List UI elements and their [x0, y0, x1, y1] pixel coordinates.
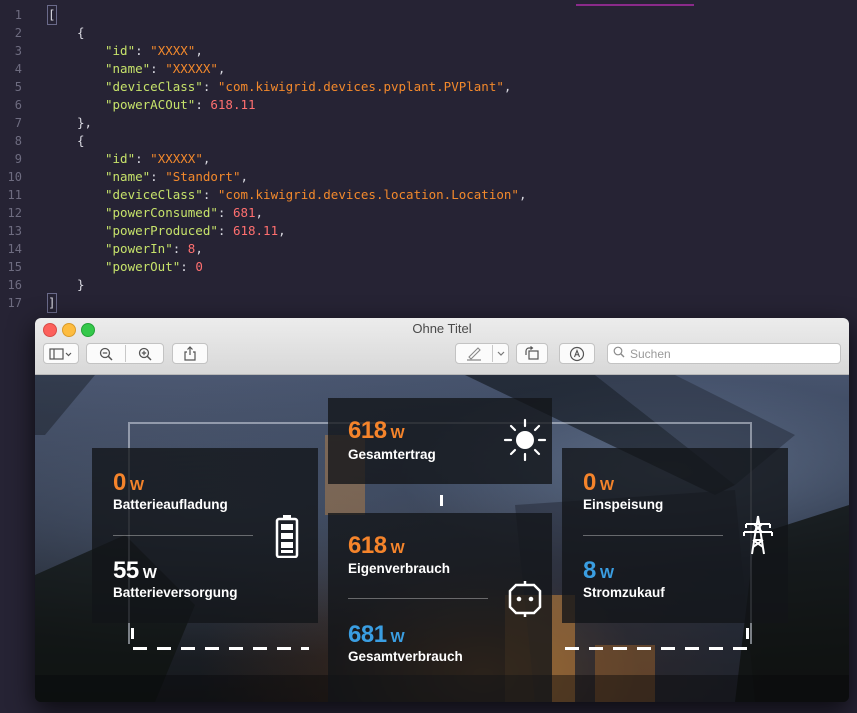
code-line: "id": "XXXXX", — [105, 151, 211, 166]
grid-card: 0W Einspeisung 8W Stromzukauf — [562, 448, 788, 623]
line-number: 6 — [14, 98, 22, 112]
zoom-out-button[interactable] — [87, 344, 125, 363]
stromzukauf-value: 8W — [583, 557, 614, 584]
sun-icon — [503, 418, 547, 466]
eigenverbrauch-label: Eigenverbrauch — [348, 561, 451, 576]
einspeisung-value: 0W — [583, 469, 614, 496]
battery-icon — [275, 514, 299, 562]
line-number: 5 — [14, 80, 22, 94]
annotate-button[interactable] — [559, 343, 595, 364]
search-icon — [608, 346, 630, 361]
code-line: "deviceClass": "com.kiwigrid.devices.pvp… — [105, 79, 512, 94]
zoom-button-group — [86, 343, 164, 364]
line-number: 2 — [14, 26, 22, 40]
rotate-button[interactable] — [516, 343, 548, 364]
zoom-in-button[interactable] — [126, 344, 164, 363]
line-number: 14 — [7, 242, 22, 256]
flow-connector — [440, 495, 443, 506]
markup-pen-icon — [465, 346, 483, 361]
batterieaufladung-label: Batterieaufladung — [113, 497, 228, 512]
code-line: [ — [47, 5, 57, 25]
line-number: 16 — [7, 278, 22, 292]
zoom-out-icon — [99, 347, 113, 361]
code-line: "powerIn": 8, — [105, 241, 203, 256]
code-line: { — [77, 133, 85, 148]
markup-dropdown-button[interactable] — [493, 344, 509, 363]
power-pylon-icon — [742, 514, 774, 560]
code-line: "powerACOut": 618.11 — [105, 97, 256, 112]
gesamtertrag-card: 618 W Gesamtertrag — [328, 398, 552, 484]
code-line: { — [77, 25, 85, 40]
sidebar-toggle-icon — [49, 347, 73, 360]
code-line: "powerConsumed": 681, — [105, 205, 264, 220]
search-field[interactable]: Suchen — [607, 343, 841, 364]
line-number: 15 — [7, 260, 22, 274]
line-number: 8 — [14, 134, 22, 148]
code-line: "deviceClass": "com.kiwigrid.devices.loc… — [105, 187, 527, 202]
active-tab-indicator — [576, 4, 694, 6]
annotate-icon — [569, 346, 585, 362]
sidebar-toggle-button[interactable] — [43, 343, 79, 364]
window-title: Ohne Titel — [412, 321, 472, 336]
zoom-in-icon — [138, 347, 152, 361]
markup-button-group — [455, 343, 509, 364]
gesamtertrag-value: 618 W — [348, 417, 405, 444]
flow-connector — [131, 628, 134, 639]
batterieaufladung-value: 0W — [113, 469, 144, 496]
code-line: "name": "Standort", — [105, 169, 249, 184]
line-number: 4 — [14, 62, 22, 76]
markup-pen-button[interactable] — [456, 344, 492, 363]
energy-dashboard-image: 618 W Gesamtertrag 0W Batterieaufladung 5… — [35, 375, 849, 702]
code-line: } — [77, 277, 85, 292]
stromzukauf-label: Stromzukauf — [583, 585, 665, 600]
eigenverbrauch-value: 618 W — [348, 532, 405, 559]
divider — [583, 535, 723, 536]
flow-connector — [746, 628, 749, 639]
code-line: ] — [47, 293, 57, 313]
line-number: 17 — [7, 296, 22, 310]
code-line: }, — [77, 115, 93, 130]
line-number: 1 — [14, 8, 22, 22]
chevron-down-icon — [497, 351, 505, 357]
code-line: "powerOut": 0 — [105, 259, 203, 274]
gesamtverbrauch-label: Gesamtverbrauch — [348, 649, 463, 664]
line-number: 7 — [14, 116, 22, 130]
line-number: 3 — [14, 44, 22, 58]
rotate-icon — [524, 346, 540, 361]
share-icon — [184, 346, 196, 361]
verbrauch-card: 618 W Eigenverbrauch 681 W Gesamtverbrauch — [328, 513, 552, 702]
code-editor[interactable]: 1[ 2 { 3 "id": "XXXX", 4 "name": "XXXXX", … — [0, 0, 857, 320]
batterieversorgung-value: 55 W — [113, 557, 157, 584]
window-titlebar: Ohne Titel Suchen — [35, 318, 849, 375]
divider — [348, 598, 488, 599]
grid-flow-line — [565, 647, 749, 650]
line-number: 11 — [7, 188, 22, 202]
line-number: 13 — [7, 224, 22, 238]
line-number: 12 — [7, 206, 22, 220]
share-button[interactable] — [172, 343, 208, 364]
code-line: "id": "XXXX", — [105, 43, 203, 58]
battery-card: 0W Batterieaufladung 55 W Batterieversorg… — [92, 448, 318, 623]
einspeisung-label: Einspeisung — [583, 497, 664, 512]
line-number: 9 — [14, 152, 22, 166]
preview-window: Ohne Titel Suchen 618 W Gesamtertrag 0 W… — [35, 318, 849, 702]
code-line: "powerProduced": 618.11, — [105, 223, 286, 238]
gesamtverbrauch-value: 681 W — [348, 621, 405, 648]
divider — [113, 535, 253, 536]
batterieversorgung-label: Batterieversorgung — [113, 585, 238, 600]
battery-flow-line — [133, 647, 309, 650]
line-number: 10 — [7, 170, 22, 184]
socket-icon — [506, 579, 544, 623]
gesamtertrag-label: Gesamtertrag — [348, 447, 436, 462]
code-line: "name": "XXXXX", — [105, 61, 226, 76]
search-placeholder: Suchen — [630, 346, 671, 361]
